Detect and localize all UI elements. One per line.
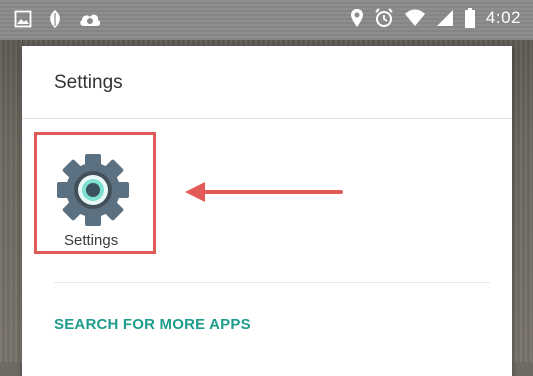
divider <box>54 282 490 283</box>
signal-icon <box>436 9 454 27</box>
gear-icon[interactable] <box>55 152 131 228</box>
image-icon <box>14 10 32 28</box>
status-bar-right: 4:02 <box>350 8 521 28</box>
arrow-annotation-icon <box>185 180 343 208</box>
leaf-icon <box>46 9 64 29</box>
status-bar-left <box>14 9 102 29</box>
divider <box>22 118 512 119</box>
app-picker-sheet: Settings Settings SEARCH FOR MORE APPS <box>22 46 512 376</box>
cloud-icon <box>78 10 102 28</box>
status-bar: 4:02 <box>0 0 533 40</box>
status-time: 4:02 <box>485 8 521 27</box>
alarm-icon <box>374 8 394 28</box>
wifi-icon <box>404 9 426 27</box>
search-more-apps-button[interactable]: SEARCH FOR MORE APPS <box>54 316 251 333</box>
app-label-settings: Settings <box>64 232 119 249</box>
location-icon <box>350 8 364 28</box>
battery-icon <box>464 8 476 28</box>
sheet-title: Settings <box>54 72 123 93</box>
